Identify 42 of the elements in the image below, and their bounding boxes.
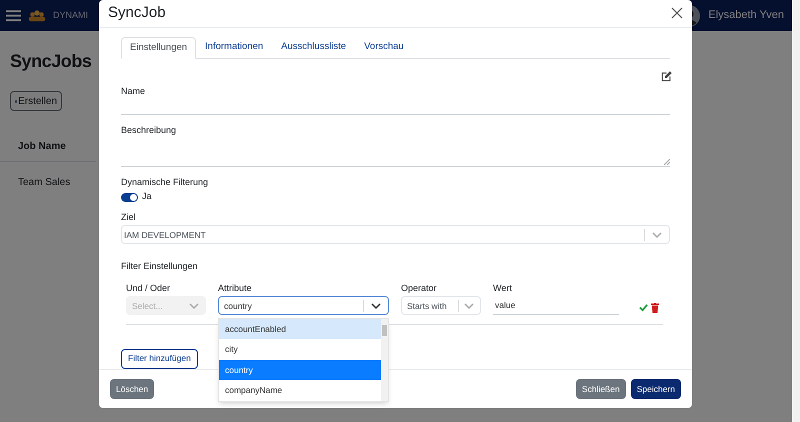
tab[interactable]: Vorschau: [355, 36, 413, 58]
dialog-button[interactable]: Löschen: [110, 379, 154, 400]
field-label: Beschreibung: [121, 124, 178, 138]
menu-icon[interactable]: [6, 9, 21, 22]
dialog-title: SyncJob: [108, 3, 166, 24]
user-name[interactable]: Elysabeth Yven: [708, 7, 784, 24]
dropdown-option[interactable]: accountEnabled: [219, 318, 381, 340]
tab[interactable]: Einstellungen: [121, 36, 196, 59]
brand-name: DYNAMI: [53, 8, 88, 22]
add-filter-button[interactable]: Filter hinzufügen: [121, 348, 198, 369]
target-select[interactable]: IAM DEVELOPMENT: [121, 225, 670, 244]
close-icon[interactable]: [671, 7, 683, 20]
dialog-button[interactable]: Schließen: [576, 379, 626, 400]
field-label: Und / Oder: [126, 282, 172, 295]
dropdown-option[interactable]: companyName: [219, 380, 381, 401]
dropdown-scrollbar[interactable]: [381, 318, 388, 401]
create-button[interactable]: Erstellen: [10, 91, 62, 111]
toggle-label: Ja: [142, 190, 152, 204]
field-label: Name: [121, 84, 146, 98]
people-logo-icon: [28, 10, 46, 22]
field-label: Ziel: [121, 210, 137, 224]
scrollbar[interactable]: [792, 0, 800, 422]
value-field[interactable]: value: [493, 296, 619, 316]
dropdown-option[interactable]: country: [219, 360, 381, 380]
page-title: SyncJobs: [10, 50, 92, 73]
field-label: Attribute: [218, 282, 253, 295]
resize-handle-icon: [664, 158, 670, 165]
tab[interactable]: Informationen: [196, 36, 272, 58]
attribute-select[interactable]: country: [218, 296, 389, 316]
toggle-switch[interactable]: [121, 192, 138, 202]
field-label: Wert: [493, 282, 513, 295]
operator-select[interactable]: Starts with: [401, 296, 481, 316]
tab[interactable]: Ausschlussliste: [272, 36, 356, 58]
table-cell: Team Sales: [18, 177, 70, 188]
check-icon[interactable]: [639, 303, 648, 312]
column-header: Job Name: [18, 141, 66, 152]
field-label: Operator: [401, 282, 438, 295]
edit-icon[interactable]: [661, 70, 672, 82]
trash-icon[interactable]: [651, 302, 659, 313]
dialog-button[interactable]: Speichern: [630, 379, 681, 400]
field-label: Dynamische Filterung: [121, 176, 210, 189]
section-heading: Filter Einstellungen: [121, 260, 199, 274]
